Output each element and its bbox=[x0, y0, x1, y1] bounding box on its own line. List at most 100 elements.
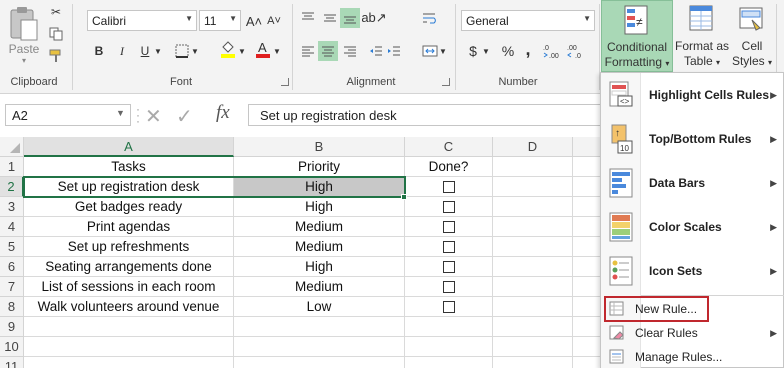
cell-b1[interactable]: Priority bbox=[234, 157, 405, 177]
menu-item-clear-rules[interactable]: Clear Rules ▶ bbox=[601, 321, 784, 345]
cell-d1[interactable] bbox=[493, 157, 573, 177]
cell-b10[interactable] bbox=[234, 337, 405, 357]
orientation-icon[interactable]: ab↗ bbox=[361, 8, 386, 28]
row-header[interactable]: 9 bbox=[0, 317, 24, 337]
chevron-down-icon[interactable]: ▼ bbox=[438, 41, 448, 61]
format-painter-icon[interactable] bbox=[46, 46, 66, 66]
checkbox[interactable] bbox=[442, 240, 455, 253]
cell-d3[interactable] bbox=[493, 197, 573, 217]
row-header[interactable]: 2 bbox=[0, 177, 24, 197]
align-left-icon[interactable] bbox=[298, 41, 318, 61]
chevron-down-icon[interactable]: ▼ bbox=[237, 41, 247, 61]
row-header[interactable]: 4 bbox=[0, 217, 24, 237]
increase-decimal-icon[interactable]: .0.00 bbox=[542, 41, 562, 61]
fill-color-icon[interactable] bbox=[218, 39, 238, 59]
borders-icon[interactable] bbox=[172, 41, 192, 61]
cell-d7[interactable] bbox=[493, 277, 573, 297]
chevron-down-icon[interactable]: ▼ bbox=[153, 41, 163, 61]
cell-styles-button[interactable]: Cell Styles ▾ bbox=[730, 0, 774, 72]
checkbox[interactable] bbox=[442, 200, 455, 213]
cell-b11[interactable] bbox=[234, 357, 405, 368]
cell-d5[interactable] bbox=[493, 237, 573, 257]
dialog-launcher-icon[interactable] bbox=[281, 78, 289, 86]
fill-handle[interactable] bbox=[401, 194, 407, 200]
column-header-c[interactable]: C bbox=[405, 137, 493, 157]
font-size-combo[interactable]: 11 ▼ bbox=[199, 10, 241, 31]
currency-button[interactable]: $ bbox=[463, 41, 483, 61]
align-top-icon[interactable] bbox=[298, 8, 318, 28]
row-header[interactable]: 5 bbox=[0, 237, 24, 257]
menu-item-data-bars[interactable]: Data Bars ▶ bbox=[601, 161, 784, 205]
cell-c1[interactable]: Done? bbox=[405, 157, 493, 177]
cell-c2[interactable] bbox=[405, 177, 493, 197]
cell-c7[interactable] bbox=[405, 277, 493, 297]
cell-b3[interactable]: High bbox=[234, 197, 405, 217]
column-header-d[interactable]: D bbox=[493, 137, 573, 157]
checkbox[interactable] bbox=[442, 280, 455, 293]
formula-input[interactable]: Set up registration desk bbox=[248, 104, 608, 126]
menu-item-top-bottom-rules[interactable]: ↑ 10 Top/Bottom Rules ▶ bbox=[601, 117, 784, 161]
decrease-indent-icon[interactable] bbox=[366, 41, 386, 61]
cell-a8[interactable]: Walk volunteers around venue bbox=[24, 297, 234, 317]
merge-center-icon[interactable] bbox=[420, 41, 440, 61]
checkbox[interactable] bbox=[442, 300, 455, 313]
row-header[interactable]: 7 bbox=[0, 277, 24, 297]
decrease-decimal-icon[interactable]: .00.0 bbox=[566, 41, 586, 61]
cell-c9[interactable] bbox=[405, 317, 493, 337]
cell-a7[interactable]: List of sessions in each room bbox=[24, 277, 234, 297]
cell-b8[interactable]: Low bbox=[234, 297, 405, 317]
cell-b6[interactable]: High bbox=[234, 257, 405, 277]
format-as-table-button[interactable]: Format as Table ▾ bbox=[674, 0, 730, 72]
select-all-corner[interactable] bbox=[0, 137, 24, 157]
menu-item-manage-rules[interactable]: Manage Rules... bbox=[601, 345, 784, 368]
cancel-icon[interactable]: ✕ bbox=[145, 104, 162, 129]
cell-d10[interactable] bbox=[493, 337, 573, 357]
cell-a1[interactable]: Tasks bbox=[24, 157, 234, 177]
cell-a3[interactable]: Get badges ready bbox=[24, 197, 234, 217]
comma-button[interactable]: , bbox=[518, 39, 538, 59]
font-name-combo[interactable]: Calibri ▼ bbox=[87, 10, 197, 31]
cut-icon[interactable]: ✂ bbox=[46, 2, 66, 22]
cell-b4[interactable]: Medium bbox=[234, 217, 405, 237]
increase-indent-icon[interactable] bbox=[384, 41, 404, 61]
cell-d4[interactable] bbox=[493, 217, 573, 237]
menu-item-color-scales[interactable]: Color Scales ▶ bbox=[601, 205, 784, 249]
cell-a11[interactable] bbox=[24, 357, 234, 368]
bold-button[interactable]: B bbox=[89, 41, 109, 61]
percent-button[interactable]: % bbox=[498, 41, 518, 61]
dialog-launcher-icon[interactable] bbox=[442, 78, 450, 86]
name-box[interactable]: A2 bbox=[5, 104, 131, 126]
checkbox[interactable] bbox=[442, 260, 455, 273]
conditional-formatting-button[interactable]: ≠ Conditional Formatting ▾ bbox=[601, 0, 673, 72]
enter-icon[interactable]: ✓ bbox=[176, 104, 193, 129]
cell-a5[interactable]: Set up refreshments bbox=[24, 237, 234, 257]
row-header[interactable]: 8 bbox=[0, 297, 24, 317]
checkbox[interactable] bbox=[442, 180, 455, 193]
number-format-combo[interactable]: General ▼ bbox=[461, 10, 595, 31]
row-header[interactable]: 1 bbox=[0, 157, 24, 177]
align-center-icon[interactable] bbox=[318, 41, 338, 61]
chevron-down-icon[interactable]: ▼ bbox=[116, 108, 125, 118]
cell-c6[interactable] bbox=[405, 257, 493, 277]
font-color-icon[interactable]: A bbox=[253, 39, 273, 59]
cell-d2[interactable] bbox=[493, 177, 573, 197]
cell-b5[interactable]: Medium bbox=[234, 237, 405, 257]
cell-c3[interactable] bbox=[405, 197, 493, 217]
cell-d8[interactable] bbox=[493, 297, 573, 317]
row-header[interactable]: 3 bbox=[0, 197, 24, 217]
row-header[interactable]: 11 bbox=[0, 357, 24, 368]
italic-button[interactable]: I bbox=[112, 41, 132, 61]
cell-a9[interactable] bbox=[24, 317, 234, 337]
align-bottom-icon[interactable] bbox=[340, 8, 360, 28]
insert-function-icon[interactable]: fx bbox=[216, 102, 230, 124]
align-middle-icon[interactable] bbox=[320, 8, 340, 28]
column-header-a[interactable]: A bbox=[24, 137, 234, 157]
chevron-down-icon[interactable]: ▼ bbox=[190, 41, 200, 61]
cell-a6[interactable]: Seating arrangements done bbox=[24, 257, 234, 277]
cell-c8[interactable] bbox=[405, 297, 493, 317]
cell-a4[interactable]: Print agendas bbox=[24, 217, 234, 237]
row-header[interactable]: 10 bbox=[0, 337, 24, 357]
shrink-font-button[interactable]: A˅ bbox=[264, 11, 284, 31]
grow-font-button[interactable]: A˄ bbox=[244, 11, 264, 31]
align-right-icon[interactable] bbox=[340, 41, 360, 61]
